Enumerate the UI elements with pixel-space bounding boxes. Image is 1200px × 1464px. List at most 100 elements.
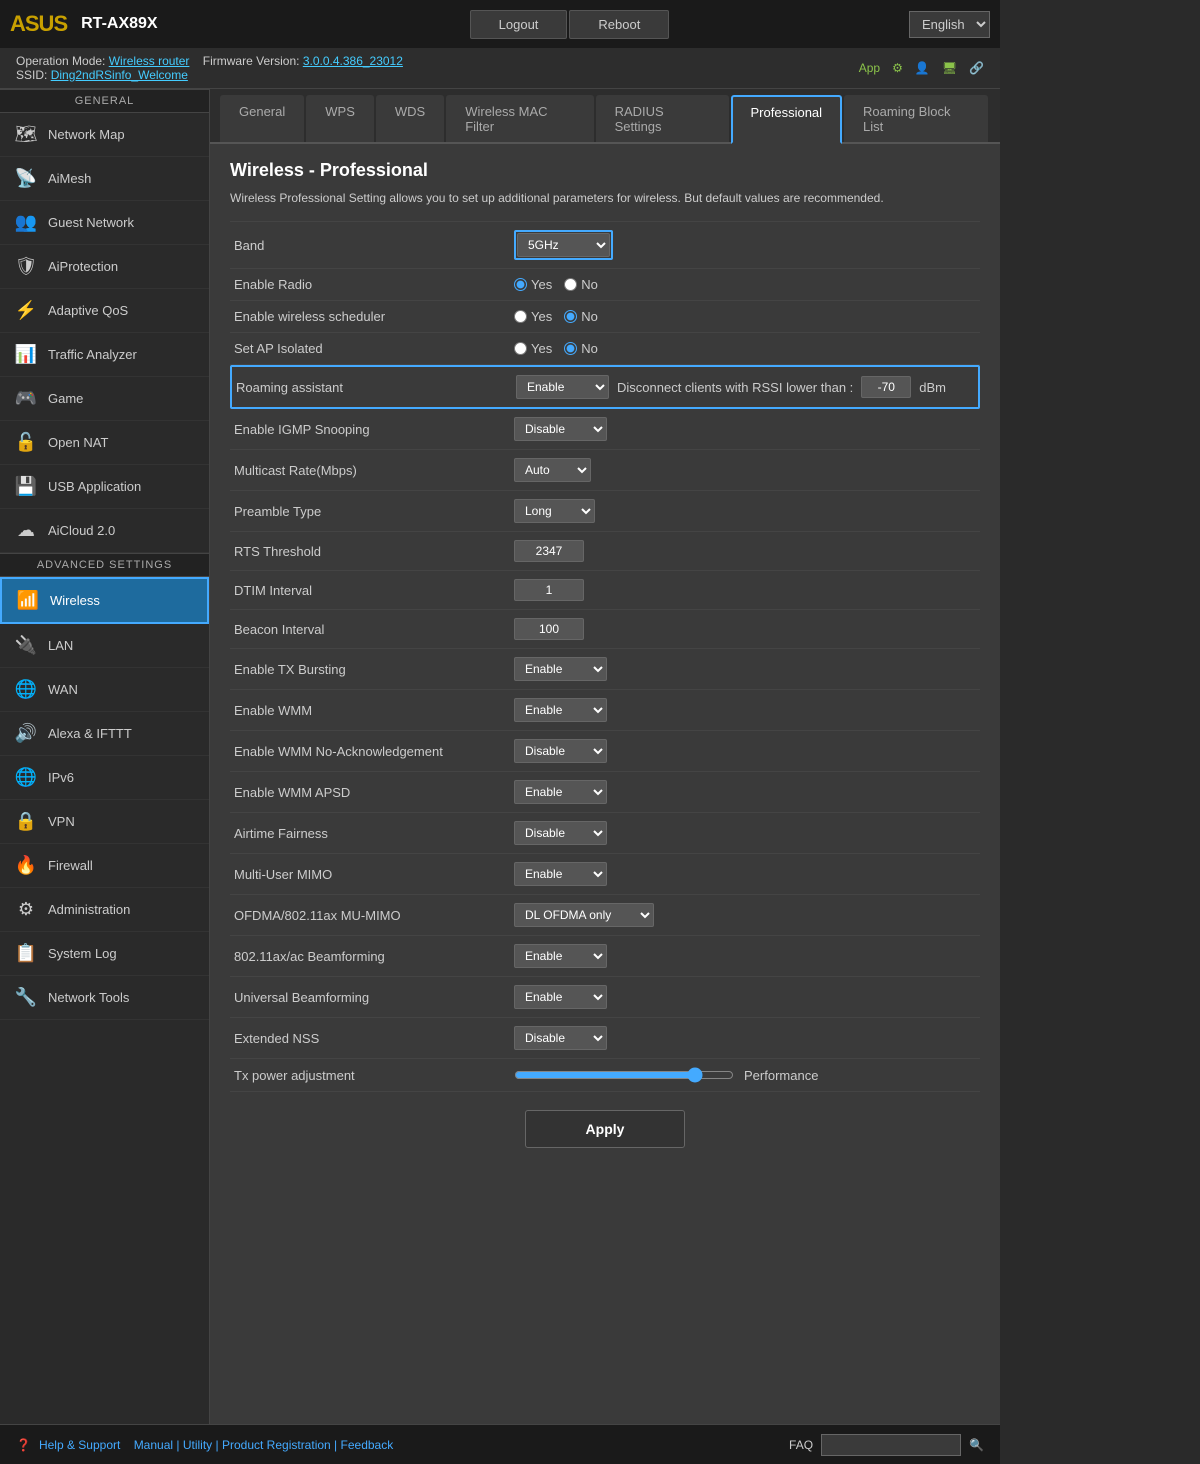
alexa-icon: 🔊 bbox=[14, 723, 38, 744]
row-ap-isolated: Set AP Isolated Yes No bbox=[230, 333, 980, 365]
roaming-assistant-select[interactable]: Enable Disable bbox=[516, 375, 609, 399]
control-band: 2.4GHz 5GHz 6GHz bbox=[514, 230, 613, 260]
universal-beamforming-select[interactable]: EnableDisable bbox=[514, 985, 607, 1009]
sidebar-item-aimesh[interactable]: 📡 AiMesh bbox=[0, 157, 209, 201]
monitor-icon[interactable]: 🖥 bbox=[942, 61, 957, 75]
sidebar-item-system-log[interactable]: 📋 System Log bbox=[0, 932, 209, 976]
firmware-value[interactable]: 3.0.0.4.386_23012 bbox=[303, 54, 403, 68]
sidebar-item-open-nat[interactable]: 🔓 Open NAT bbox=[0, 421, 209, 465]
radio-input-ap-isolated-yes[interactable] bbox=[514, 342, 527, 355]
row-universal-beamforming: Universal Beamforming EnableDisable bbox=[230, 977, 980, 1018]
operation-mode-value[interactable]: Wireless router bbox=[109, 54, 190, 68]
radio-scheduler-yes[interactable]: Yes bbox=[514, 309, 552, 324]
help-support-link[interactable]: Help & Support bbox=[39, 1438, 120, 1452]
radio-input-scheduler-no[interactable] bbox=[564, 310, 577, 323]
sidebar-item-network-map[interactable]: 🗺 Network Map bbox=[0, 113, 209, 157]
radio-input-enable-radio-no[interactable] bbox=[564, 278, 577, 291]
radio-input-scheduler-yes[interactable] bbox=[514, 310, 527, 323]
igmp-snooping-select[interactable]: DisableEnable bbox=[514, 417, 607, 441]
sidebar-item-traffic-analyzer[interactable]: 📊 Traffic Analyzer bbox=[0, 333, 209, 377]
multicast-rate-select[interactable]: Auto12 bbox=[514, 458, 591, 482]
control-dtim-interval bbox=[514, 579, 584, 601]
sidebar-item-ipv6[interactable]: 🌐 IPv6 bbox=[0, 756, 209, 800]
top-bar: ASUS RT-AX89X Logout Reboot English bbox=[0, 0, 1000, 48]
apply-area: Apply bbox=[230, 1092, 980, 1166]
wmm-select[interactable]: EnableDisable bbox=[514, 698, 607, 722]
sidebar-item-wireless[interactable]: 📶 Wireless bbox=[0, 577, 209, 624]
sidebar-item-administration[interactable]: ⚙ Administration bbox=[0, 888, 209, 932]
settings-icon[interactable]: ⚙ bbox=[892, 61, 903, 75]
tab-general[interactable]: General bbox=[220, 95, 304, 142]
rssi-input[interactable] bbox=[861, 376, 911, 398]
radio-input-ap-isolated-no[interactable] bbox=[564, 342, 577, 355]
row-wmm: Enable WMM EnableDisable bbox=[230, 690, 980, 731]
rssi-label: Disconnect clients with RSSI lower than … bbox=[617, 380, 853, 395]
faq-input[interactable] bbox=[821, 1434, 961, 1456]
sidebar-item-lan[interactable]: 🔌 LAN bbox=[0, 624, 209, 668]
ofdma-select[interactable]: DL OFDMA onlyEnableDisable bbox=[514, 903, 654, 927]
manual-link[interactable]: Manual bbox=[134, 1438, 173, 1452]
tx-bursting-select[interactable]: EnableDisable bbox=[514, 657, 607, 681]
wmm-no-ack-select[interactable]: DisableEnable bbox=[514, 739, 607, 763]
control-wireless-scheduler: Yes No bbox=[514, 309, 598, 324]
control-extended-nss: DisableEnable bbox=[514, 1026, 607, 1050]
extended-nss-select[interactable]: DisableEnable bbox=[514, 1026, 607, 1050]
row-enable-radio: Enable Radio Yes No bbox=[230, 269, 980, 301]
row-airtime-fairness: Airtime Fairness DisableEnable bbox=[230, 813, 980, 854]
tx-power-slider[interactable] bbox=[514, 1067, 734, 1083]
band-select[interactable]: 2.4GHz 5GHz 6GHz bbox=[517, 233, 610, 257]
logout-button[interactable]: Logout bbox=[470, 10, 568, 39]
wmm-apsd-select[interactable]: EnableDisable bbox=[514, 780, 607, 804]
sidebar-item-aicloud[interactable]: ☁ AiCloud 2.0 bbox=[0, 509, 209, 553]
sidebar-label-traffic-analyzer: Traffic Analyzer bbox=[48, 347, 137, 362]
tabs-bar: General WPS WDS Wireless MAC Filter RADI… bbox=[210, 89, 1000, 144]
share-icon[interactable]: 🔗 bbox=[969, 61, 984, 75]
tab-radius-settings[interactable]: RADIUS Settings bbox=[596, 95, 729, 142]
control-ofdma: DL OFDMA onlyEnableDisable bbox=[514, 903, 654, 927]
usb-application-icon: 💾 bbox=[14, 476, 38, 497]
sidebar-label-aicloud: AiCloud 2.0 bbox=[48, 523, 115, 538]
sidebar-item-vpn[interactable]: 🔒 VPN bbox=[0, 800, 209, 844]
apply-button[interactable]: Apply bbox=[525, 1110, 686, 1148]
wireless-icon: 📶 bbox=[16, 590, 40, 611]
sidebar-label-open-nat: Open NAT bbox=[48, 435, 108, 450]
dtim-interval-input[interactable] bbox=[514, 579, 584, 601]
sidebar-item-network-tools[interactable]: 🔧 Network Tools bbox=[0, 976, 209, 1020]
beacon-interval-input[interactable] bbox=[514, 618, 584, 640]
utility-link[interactable]: Utility bbox=[183, 1438, 212, 1452]
radio-scheduler-no[interactable]: No bbox=[564, 309, 598, 324]
tab-roaming-block-list[interactable]: Roaming Block List bbox=[844, 95, 988, 142]
beamforming-select[interactable]: EnableDisable bbox=[514, 944, 607, 968]
row-tx-bursting: Enable TX Bursting EnableDisable bbox=[230, 649, 980, 690]
faq-search-icon[interactable]: 🔍 bbox=[969, 1438, 984, 1452]
sidebar-item-adaptive-qos[interactable]: ⚡ Adaptive QoS bbox=[0, 289, 209, 333]
radio-ap-isolated-no[interactable]: No bbox=[564, 341, 598, 356]
sidebar-item-alexa[interactable]: 🔊 Alexa & IFTTT bbox=[0, 712, 209, 756]
rts-threshold-input[interactable] bbox=[514, 540, 584, 562]
product-registration-link[interactable]: Product Registration bbox=[222, 1438, 331, 1452]
tab-wds[interactable]: WDS bbox=[376, 95, 444, 142]
radio-enable-radio-yes[interactable]: Yes bbox=[514, 277, 552, 292]
tab-wps[interactable]: WPS bbox=[306, 95, 374, 142]
radio-enable-radio-no[interactable]: No bbox=[564, 277, 598, 292]
radio-ap-isolated-yes[interactable]: Yes bbox=[514, 341, 552, 356]
feedback-link[interactable]: Feedback bbox=[341, 1438, 394, 1452]
sidebar-item-game[interactable]: 🎮 Game bbox=[0, 377, 209, 421]
radio-input-enable-radio-yes[interactable] bbox=[514, 278, 527, 291]
sidebar-item-wan[interactable]: 🌐 WAN bbox=[0, 668, 209, 712]
preamble-type-select[interactable]: LongShort bbox=[514, 499, 595, 523]
language-select[interactable]: English bbox=[909, 11, 990, 38]
reboot-button[interactable]: Reboot bbox=[569, 10, 669, 39]
airtime-fairness-select[interactable]: DisableEnable bbox=[514, 821, 607, 845]
ssid-value[interactable]: Ding2ndRSinfo_Welcome bbox=[51, 68, 188, 82]
sidebar-item-usb-application[interactable]: 💾 USB Application bbox=[0, 465, 209, 509]
sidebar-label-aimesh: AiMesh bbox=[48, 171, 91, 186]
sidebar-item-firewall[interactable]: 🔥 Firewall bbox=[0, 844, 209, 888]
user-icon[interactable]: 👤 bbox=[915, 61, 930, 75]
control-wmm-no-ack: DisableEnable bbox=[514, 739, 607, 763]
sidebar-item-guest-network[interactable]: 👥 Guest Network bbox=[0, 201, 209, 245]
sidebar-item-aiprotection[interactable]: 🛡 AiProtection bbox=[0, 245, 209, 289]
mu-mimo-select[interactable]: EnableDisable bbox=[514, 862, 607, 886]
tab-professional[interactable]: Professional bbox=[731, 95, 843, 144]
tab-wireless-mac-filter[interactable]: Wireless MAC Filter bbox=[446, 95, 593, 142]
